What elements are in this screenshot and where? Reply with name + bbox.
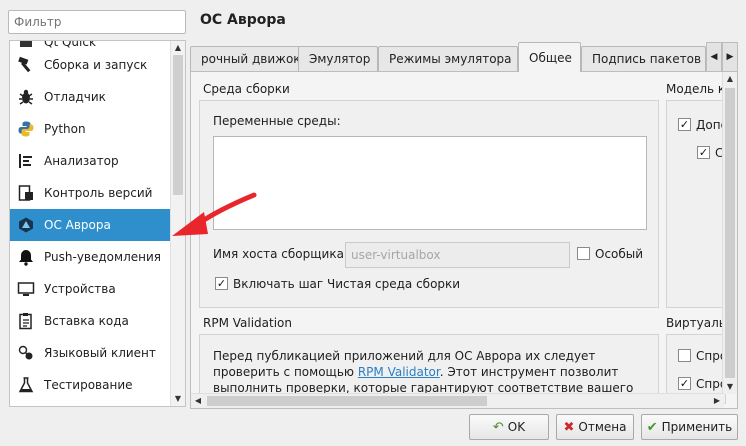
qt-quick-icon: [16, 41, 36, 49]
scroll-left-icon[interactable]: ◀: [191, 394, 205, 408]
host-input[interactable]: user-virtualbox: [345, 242, 570, 268]
red-arrow-annotation: [172, 192, 257, 236]
sidebar-item[interactable]: Тестирование: [10, 369, 170, 401]
sidebar-item-label: Тестирование: [44, 378, 133, 392]
clean-step-label: Включать шаг Чистая среда сборки: [233, 277, 461, 291]
sidebar-item-label: Устройства: [44, 282, 116, 296]
sidebar-item[interactable]: Python: [10, 113, 170, 145]
ok-button-label: OK: [507, 420, 526, 434]
special-label: Особый: [595, 247, 644, 261]
scroll-down-icon[interactable]: ▼: [171, 393, 185, 405]
clean-step-checkbox[interactable]: ✓: [215, 277, 228, 290]
sidebar-item-label: Вставка кода: [44, 314, 129, 328]
settings-category-list[interactable]: Qt Quick Сборка и запуск Отладчик Python Ана…: [9, 40, 186, 407]
apply-button[interactable]: ✔ Применить: [641, 414, 738, 440]
sidebar-item[interactable]: ОС Аврора: [10, 209, 170, 241]
sidebar-item-label: Отладчик: [44, 90, 106, 104]
virtual-option-2-checkbox[interactable]: ✓: [678, 377, 691, 390]
sidebar-item[interactable]: Push-уведомления: [10, 241, 170, 273]
model-option-1-checkbox[interactable]: ✓: [678, 118, 691, 131]
scroll-down-icon[interactable]: ▼: [723, 380, 737, 394]
sidebar-item-label: Push-уведомления: [44, 250, 161, 264]
general-tab-panel: Среда сборки Переменные среды: Имя хоста…: [190, 71, 738, 409]
sidebar-item-label: Анализатор: [44, 154, 119, 168]
hammer-icon: [16, 55, 36, 75]
sidebar-item[interactable]: Языковый клиент: [10, 337, 170, 369]
tab-bar: рочный движок Эмулятор Режимы эмулятора …: [190, 42, 738, 72]
tab-engine[interactable]: рочный движок: [190, 46, 303, 72]
ok-button[interactable]: ↶ OK: [469, 414, 549, 440]
env-vars-label: Переменные среды:: [213, 114, 341, 128]
cancel-icon: ✖: [563, 419, 575, 435]
sidebar-item-label: Языковый клиент: [44, 346, 156, 360]
special-checkbox[interactable]: [577, 247, 590, 260]
virtual-group-title: Виртуаль: [666, 316, 726, 330]
bug-icon: [16, 87, 36, 107]
scroll-right-icon[interactable]: ▶: [710, 394, 724, 408]
scroll-up-icon[interactable]: ▲: [723, 72, 737, 86]
scroll-up-icon[interactable]: ▲: [171, 42, 185, 54]
snippet-icon: [16, 311, 36, 331]
sidebar-item[interactable]: Контроль версий: [10, 177, 170, 209]
python-icon: [16, 119, 36, 139]
model-group-title: Модель к: [666, 82, 726, 96]
apply-check-icon: ✔: [646, 419, 658, 435]
sidebar-item[interactable]: Вставка кода: [10, 305, 170, 337]
apply-button-label: Применить: [661, 420, 733, 434]
sidebar-item[interactable]: Анализатор: [10, 145, 170, 177]
tab-emulator[interactable]: Эмулятор: [298, 46, 378, 72]
sidebar-item[interactable]: Отладчик: [10, 81, 170, 113]
sidebar-item-label: Python: [44, 122, 86, 136]
content-horizontal-scrollbar[interactable]: ◀ ▶: [191, 393, 724, 408]
aurora-icon: [16, 215, 36, 235]
model-option-2-checkbox[interactable]: ✓: [697, 146, 710, 159]
page-title: ОС Аврора: [200, 12, 286, 28]
sidebar-item[interactable]: Сборка и запуск: [10, 49, 170, 81]
monitor-icon: [16, 279, 36, 299]
tab-emulator-modes[interactable]: Режимы эмулятора: [378, 46, 518, 72]
virtual-option-1-checkbox[interactable]: [678, 349, 691, 362]
host-label: Имя хоста сборщика:: [213, 247, 348, 261]
ok-icon: ↶: [492, 419, 504, 435]
build-env-title: Среда сборки: [203, 82, 290, 96]
tab-scroll-right-icon[interactable]: ▶: [722, 42, 738, 72]
horizontal-scroll-thumb[interactable]: [207, 396, 487, 406]
analyzer-icon: [16, 151, 36, 171]
language-client-icon: [16, 343, 36, 363]
rpm-title: RPM Validation: [203, 316, 292, 330]
sidebar-item-label: Сборка и запуск: [44, 58, 148, 72]
vertical-scroll-thumb[interactable]: [725, 88, 735, 378]
sidebar-item[interactable]: Устройства: [10, 273, 170, 305]
filter-input[interactable]: [8, 10, 186, 34]
tab-general[interactable]: Общее: [518, 42, 581, 72]
flask-icon: [16, 375, 36, 395]
env-vars-editor[interactable]: [213, 136, 647, 230]
sidebar-item[interactable]: Qt Quick: [10, 41, 170, 49]
rpm-validator-link[interactable]: RPM Validator: [358, 365, 440, 379]
version-control-icon: [16, 183, 36, 203]
cancel-button[interactable]: ✖ Отмена: [556, 414, 634, 440]
content-vertical-scrollbar[interactable]: ▲ ▼: [722, 72, 737, 394]
sidebar-item-label: Qt Quick: [44, 41, 96, 49]
sidebar-item-label: Контроль версий: [44, 186, 153, 200]
bell-icon: [16, 247, 36, 267]
tab-package-signing[interactable]: Подпись пакетов: [581, 46, 706, 72]
sidebar-item-label: ОС Аврора: [44, 218, 111, 232]
sidebar-scroll-thumb[interactable]: [173, 55, 183, 195]
tab-scroll-left-icon[interactable]: ◀: [706, 42, 722, 72]
cancel-button-label: Отмена: [578, 420, 627, 434]
